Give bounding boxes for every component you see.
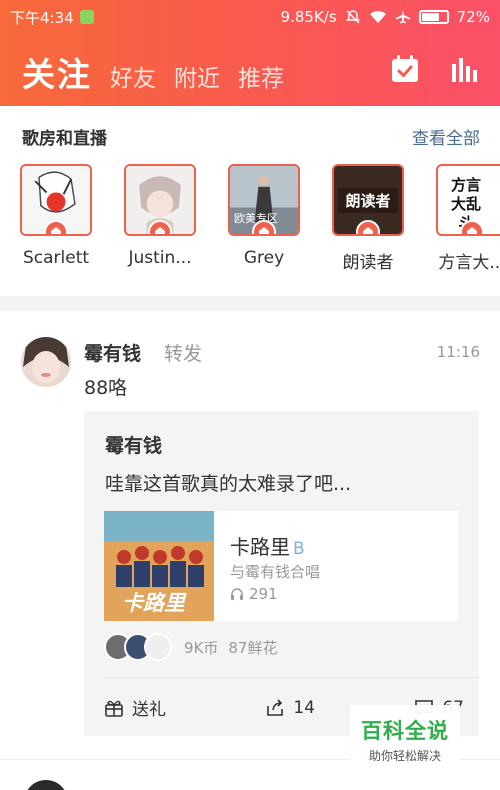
song-cover-title: 卡路里: [122, 591, 185, 615]
battery-percent: 72%: [456, 8, 490, 26]
room-thumbnail: 朗读者: [332, 164, 404, 236]
song-cover: 卡路里: [104, 511, 214, 621]
post-action-label: 转发: [164, 343, 203, 365]
room-thumbnail: 方言大乱斗: [436, 164, 500, 236]
quoted-text: 哇靠这首歌真的太难录了吧...: [105, 473, 352, 495]
top-tabs: 关注 好友 附近 推荐: [22, 48, 284, 96]
headphones-icon: [231, 588, 243, 600]
wechat-icon: [79, 10, 94, 24]
battery-icon: [418, 10, 449, 24]
room-name: 朗读者: [342, 253, 394, 273]
song-title-text: 卡路里: [230, 535, 290, 559]
tab-following[interactable]: 关注: [22, 48, 92, 96]
status-time: 下午4:34: [10, 8, 74, 27]
post-time: 11:16: [436, 343, 480, 361]
battery-level: [421, 13, 439, 21]
room-item[interactable]: 欧美专区 Grey: [228, 164, 300, 273]
room-thumbnail: 欧美专区: [228, 164, 300, 236]
quoted-post[interactable]: 霉有钱 哇靠这首歌真的太难录了吧... 卡路里 卡路里 B 与霉有钱合唱 291…: [84, 411, 479, 736]
bar-chart-icon[interactable]: [450, 56, 478, 82]
tab-nearby[interactable]: 附近: [174, 59, 220, 93]
play-count: 291: [249, 585, 278, 603]
song-subtitle: 与霉有钱合唱: [230, 563, 321, 581]
coin-count: 9K币: [184, 638, 219, 657]
post-author[interactable]: 霉有钱: [84, 339, 141, 366]
feed-post: 霉有钱 转发 11:16 88咯 霉有钱 哇靠这首歌真的太难录了吧... 卡路里: [0, 311, 500, 759]
network-speed: 9.85K/s: [280, 8, 337, 26]
avatar: [144, 633, 172, 661]
share-count: 14: [293, 697, 315, 718]
room-item[interactable]: Scarlett: [20, 164, 92, 273]
rooms-section: 歌房和直播 查看全部 Scarlett Justin... 欧美专区 Grey …: [0, 106, 500, 296]
home-icon: [356, 220, 380, 234]
room-list: Scarlett Justin... 欧美专区 Grey 朗读者 朗读者 方言大…: [20, 164, 500, 273]
header-actions: [390, 54, 478, 84]
room-overlay-text: 朗读者: [338, 188, 398, 213]
room-thumbnail: [20, 164, 92, 236]
header: 下午4:34 9.85K/s 72% 关注 好友 附近 推荐: [0, 0, 500, 106]
wifi-icon: [369, 11, 386, 23]
quoted-author[interactable]: 霉有钱: [105, 431, 162, 458]
room-name: Scarlett: [22, 248, 90, 268]
song-plays: 291: [230, 585, 278, 603]
mute-icon: [345, 10, 360, 24]
gift-button[interactable]: 送礼: [104, 695, 166, 720]
room-item[interactable]: 方言大乱斗 方言大...: [436, 164, 500, 273]
gift-icon: [105, 700, 123, 717]
room-item[interactable]: Justin...: [124, 164, 196, 273]
song-quality-badge: B: [293, 539, 305, 559]
room-name: Grey: [243, 248, 285, 268]
room-name: 方言大...: [438, 253, 500, 273]
calendar-check-icon[interactable]: [390, 54, 420, 84]
rooms-title: 歌房和直播: [22, 128, 107, 149]
song-title: 卡路里 B: [230, 531, 305, 560]
airplane-icon: [395, 10, 410, 24]
room-thumbnail: [124, 164, 196, 236]
share-icon: [267, 698, 284, 716]
app-screen: 下午4:34 9.85K/s 72% 关注 好友 附近 推荐 歌房和直播 查看全…: [0, 0, 500, 790]
status-bar: 下午4:34 9.85K/s 72%: [0, 0, 500, 34]
divider: [104, 677, 479, 678]
post-text: 88咯: [84, 377, 128, 399]
tab-friends[interactable]: 好友: [110, 59, 156, 93]
gift-givers[interactable]: 9K币 87鲜花: [104, 633, 277, 661]
watermark-title: 百科全说: [361, 719, 449, 743]
room-name: Justin...: [128, 248, 192, 268]
view-all-link[interactable]: 查看全部: [412, 124, 480, 149]
tab-recommend[interactable]: 推荐: [238, 59, 284, 93]
watermark-subtitle: 助你轻松解决: [368, 749, 441, 763]
room-item[interactable]: 朗读者 朗读者: [332, 164, 404, 273]
watermark-logo: 百科全说 助你轻松解决: [350, 705, 460, 763]
song-card[interactable]: 卡路里 卡路里 B 与霉有钱合唱 291: [104, 511, 458, 621]
avatar[interactable]: [24, 780, 68, 790]
flower-count: 87鲜花: [228, 638, 278, 657]
gift-label: 送礼: [132, 700, 166, 720]
share-button[interactable]: 14: [265, 698, 315, 718]
avatar[interactable]: [21, 337, 71, 387]
